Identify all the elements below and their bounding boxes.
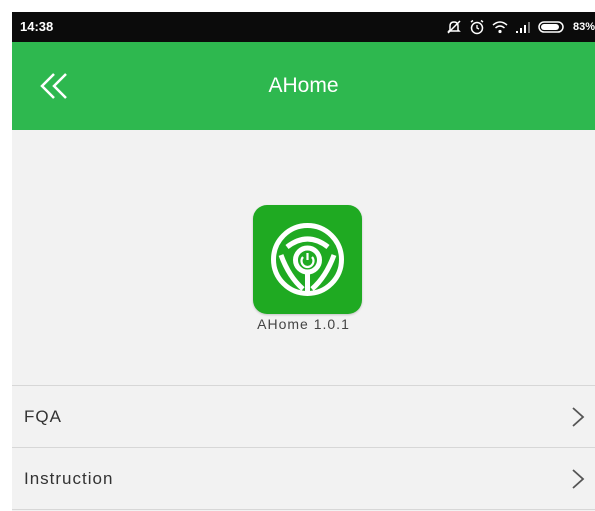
app-logo-icon (253, 205, 362, 314)
status-time: 14:38 (20, 19, 54, 34)
menu-item-instruction[interactable]: Instruction (12, 448, 595, 510)
app-version: AHome 1.0.1 (257, 316, 350, 332)
wifi-icon (492, 20, 508, 34)
about-section: AHome 1.0.1 (12, 130, 595, 385)
menu-item-label: FQA (24, 407, 62, 426)
status-bar: 14:38 83% (12, 12, 595, 42)
alarm-icon (469, 19, 485, 35)
status-icons: 83% (446, 12, 595, 42)
signal-icon (515, 20, 531, 34)
battery-icon (538, 20, 566, 34)
chevron-right-icon (571, 406, 585, 428)
menu-item-label: Instruction (24, 469, 114, 488)
app-header: AHome (12, 42, 595, 130)
back-button[interactable] (36, 68, 76, 104)
double-chevron-left-icon (36, 73, 76, 108)
app-screen: 14:38 83% AHome AHome 1.0.1 FQA Instruct… (12, 12, 595, 511)
battery-percent: 83% (572, 21, 595, 33)
page-title: AHome (268, 74, 339, 97)
mute-icon (446, 19, 462, 35)
menu-list: FQA Instruction (12, 385, 595, 510)
menu-item-fqa[interactable]: FQA (12, 386, 595, 448)
chevron-right-icon (571, 468, 585, 490)
